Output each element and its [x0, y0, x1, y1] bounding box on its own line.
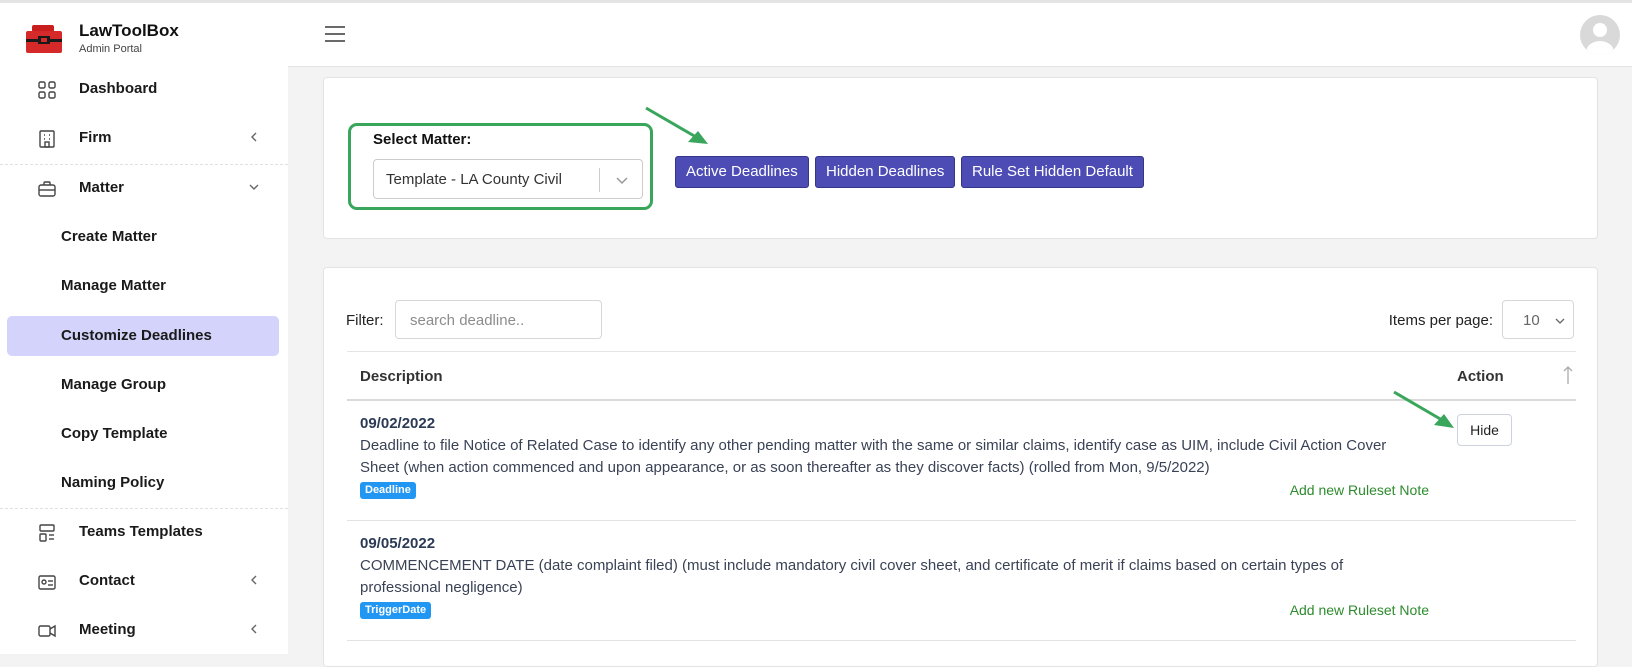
video-icon — [38, 624, 56, 638]
sidebar-subitem-manage-group[interactable]: Manage Group — [7, 365, 279, 405]
sidebar-item-contact[interactable]: Contact — [0, 559, 288, 605]
description-header[interactable]: Description — [360, 368, 443, 385]
chevron-left-icon — [251, 624, 257, 634]
brand-name: LawToolBox — [79, 21, 179, 40]
chevron-down-icon — [1555, 318, 1565, 324]
items-per-page-value: 10 — [1523, 312, 1540, 329]
sidebar-item-label: Manage Group — [61, 376, 167, 393]
items-per-page-select[interactable]: 10 — [1502, 300, 1574, 339]
hidden-deadlines-button[interactable]: Hidden Deadlines — [815, 156, 956, 188]
select-matter-label: Select Matter: — [373, 131, 472, 148]
sidebar-item-label: Copy Template — [61, 425, 168, 442]
avatar[interactable] — [1580, 15, 1620, 55]
matter-highlight-box: Select Matter: Template - LA County Civi… — [348, 123, 653, 210]
chevron-down-icon — [616, 177, 628, 185]
toolbox-logo-icon — [26, 25, 62, 53]
hamburger-menu-icon[interactable] — [324, 25, 346, 43]
sidebar-item-label: Contact — [79, 572, 135, 589]
chevron-left-icon — [251, 575, 257, 585]
divider — [0, 508, 288, 509]
row-date: 09/02/2022 — [360, 415, 436, 432]
divider — [0, 164, 288, 165]
rule-set-hidden-default-button[interactable]: Rule Set Hidden Default — [961, 156, 1144, 188]
sidebar-item-teams-templates[interactable]: Teams Templates — [0, 510, 288, 556]
sidebar-item-label: Dashboard — [79, 80, 158, 97]
top-header — [288, 3, 1632, 67]
brand[interactable]: LawToolBox Admin Portal — [24, 21, 264, 61]
sidebar-item-meeting[interactable]: Meeting — [0, 608, 288, 654]
add-ruleset-note-link[interactable]: Add new Ruleset Note — [1290, 482, 1429, 498]
filter-label: Filter: — [346, 312, 384, 329]
sidebar-subitem-customize-deadlines[interactable]: Customize Deadlines — [7, 316, 279, 356]
contact-card-icon — [38, 575, 56, 590]
chevron-left-icon — [251, 132, 257, 142]
sidebar: LawToolBox Admin Portal Dashboard Firm M… — [0, 3, 288, 654]
search-deadline-input[interactable]: search deadline.. — [395, 300, 602, 339]
sidebar-item-matter[interactable]: Matter — [0, 166, 288, 212]
matter-selection-card: Select Matter: Template - LA County Civi… — [323, 77, 1598, 239]
grid-icon — [38, 81, 56, 99]
matter-select-value: Template - LA County Civil — [386, 171, 562, 188]
sidebar-subitem-manage-matter[interactable]: Manage Matter — [7, 266, 279, 306]
sidebar-item-label: Create Matter — [61, 228, 157, 245]
row-description: COMMENCEMENT DATE (date complaint filed)… — [360, 557, 1344, 596]
search-placeholder: search deadline.. — [410, 312, 525, 329]
status-badge: TriggerDate — [360, 602, 432, 619]
row-date: 09/05/2022 — [360, 535, 436, 552]
sidebar-item-label: Customize Deadlines — [61, 327, 212, 344]
arrow-annotation-icon — [645, 106, 708, 144]
status-badge: Deadline — [360, 482, 416, 499]
items-per-page-label: Items per page: — [1388, 312, 1493, 329]
template-icon — [39, 524, 55, 542]
action-header: Action — [1457, 368, 1504, 385]
sidebar-item-firm[interactable]: Firm — [0, 116, 288, 162]
brand-subtitle: Admin Portal — [79, 43, 142, 55]
briefcase-icon — [38, 181, 56, 197]
sidebar-item-label: Matter — [79, 179, 125, 196]
add-ruleset-note-link[interactable]: Add new Ruleset Note — [1290, 602, 1429, 618]
arrow-annotation-icon — [1393, 390, 1454, 428]
select-separator — [599, 168, 600, 192]
sort-arrow-up-icon[interactable] — [1562, 365, 1574, 385]
sidebar-item-dashboard[interactable]: Dashboard — [0, 67, 288, 113]
active-deadlines-button[interactable]: Active Deadlines — [675, 156, 809, 188]
sidebar-item-label: Firm — [79, 129, 112, 146]
deadlines-table-card: Filter: search deadline.. Items per page… — [323, 267, 1598, 667]
row-description: Deadline to file Notice of Related Case … — [360, 437, 1387, 476]
chevron-down-icon — [249, 184, 259, 190]
building-icon — [39, 130, 55, 148]
table-row: 09/05/2022 COMMENCEMENT DATE (date compl… — [347, 521, 1576, 641]
sidebar-subitem-create-matter[interactable]: Create Matter — [7, 217, 279, 257]
sidebar-item-label: Manage Matter — [61, 277, 167, 294]
sidebar-item-label: Teams Templates — [79, 523, 203, 540]
sidebar-subitem-naming-policy[interactable]: Naming Policy — [7, 463, 279, 503]
sidebar-item-label: Naming Policy — [61, 474, 165, 491]
sidebar-item-label: Meeting — [79, 621, 136, 638]
matter-select[interactable]: Template - LA County Civil — [373, 159, 643, 199]
hide-button[interactable]: Hide — [1457, 414, 1512, 446]
user-icon — [1586, 23, 1614, 55]
sidebar-subitem-copy-template[interactable]: Copy Template — [7, 414, 279, 454]
